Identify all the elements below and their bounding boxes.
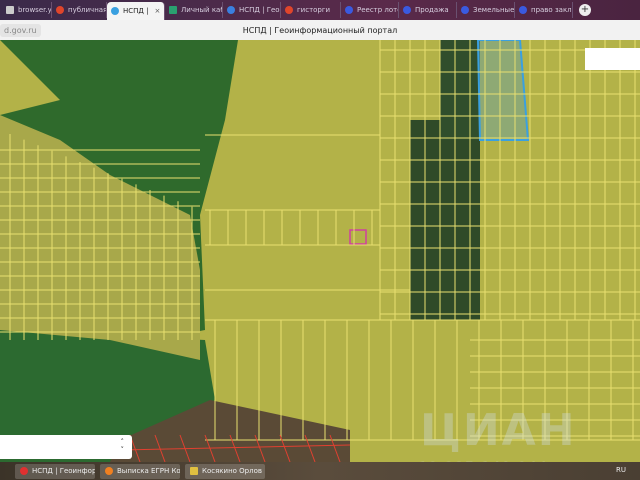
site-icon	[519, 6, 527, 14]
browser-tab[interactable]: Личный кабинет	[165, 2, 223, 18]
taskbar-item[interactable]: Косякино Орлов	[185, 463, 265, 479]
yandex-icon	[285, 6, 293, 14]
browser-tab[interactable]: публичная	[52, 2, 107, 18]
firefox-icon	[105, 467, 113, 475]
folder-icon	[190, 467, 198, 475]
close-tab-icon[interactable]: ×	[154, 7, 160, 15]
browser-tab-bar: browser.yandex публичная НСПД |× Личный …	[0, 0, 640, 20]
site-icon	[403, 6, 411, 14]
language-indicator[interactable]: RU	[616, 466, 626, 474]
browser-tab[interactable]: Реестр лотов	[341, 2, 399, 18]
site-icon	[345, 6, 353, 14]
map-canvas[interactable]: ЦИАН 12-225-140-044	[0, 40, 640, 462]
nspd-icon	[227, 6, 235, 14]
site-icon	[461, 6, 469, 14]
browser-tab[interactable]: Земельные	[457, 2, 515, 18]
address-bar: d.gov.ru НСПД | Геоинформационный портал	[0, 20, 640, 40]
browser-tab[interactable]: право заключения	[515, 2, 573, 18]
taskbar-item[interactable]: Выписка ЕГРН Кося...	[100, 463, 180, 479]
page-title: НСПД | Геоинформационный портал	[242, 25, 398, 35]
browser-tab[interactable]: НСПД | Гео	[223, 2, 281, 18]
map-layer-selector[interactable]: ˄ ˅	[0, 435, 132, 459]
browser-tab[interactable]: Продажа	[399, 2, 457, 18]
taskbar-item[interactable]: НСПД | Геоинформ...	[15, 463, 95, 479]
browser-tab-active[interactable]: НСПД | ×	[107, 2, 165, 20]
satellite-map[interactable]	[0, 40, 640, 462]
cabinet-icon	[169, 6, 177, 14]
tab-favicon	[6, 6, 14, 14]
browser-tab[interactable]: гисторги	[281, 2, 341, 18]
nspd-icon	[111, 7, 119, 15]
watermark: ЦИАН	[420, 405, 577, 456]
new-tab-button[interactable]: +	[579, 4, 591, 16]
yandex-browser-icon	[20, 467, 28, 475]
taskbar: НСПД | Геоинформ... Выписка ЕГРН Кося...…	[0, 462, 640, 480]
url-field[interactable]: d.gov.ru	[0, 23, 41, 37]
yandex-icon	[56, 6, 64, 14]
chevron-updown-icon[interactable]: ˄ ˅	[121, 438, 125, 454]
forest-strip	[440, 40, 480, 140]
map-control-box[interactable]	[585, 48, 640, 70]
browser-tab[interactable]: browser.yandex	[2, 2, 52, 18]
